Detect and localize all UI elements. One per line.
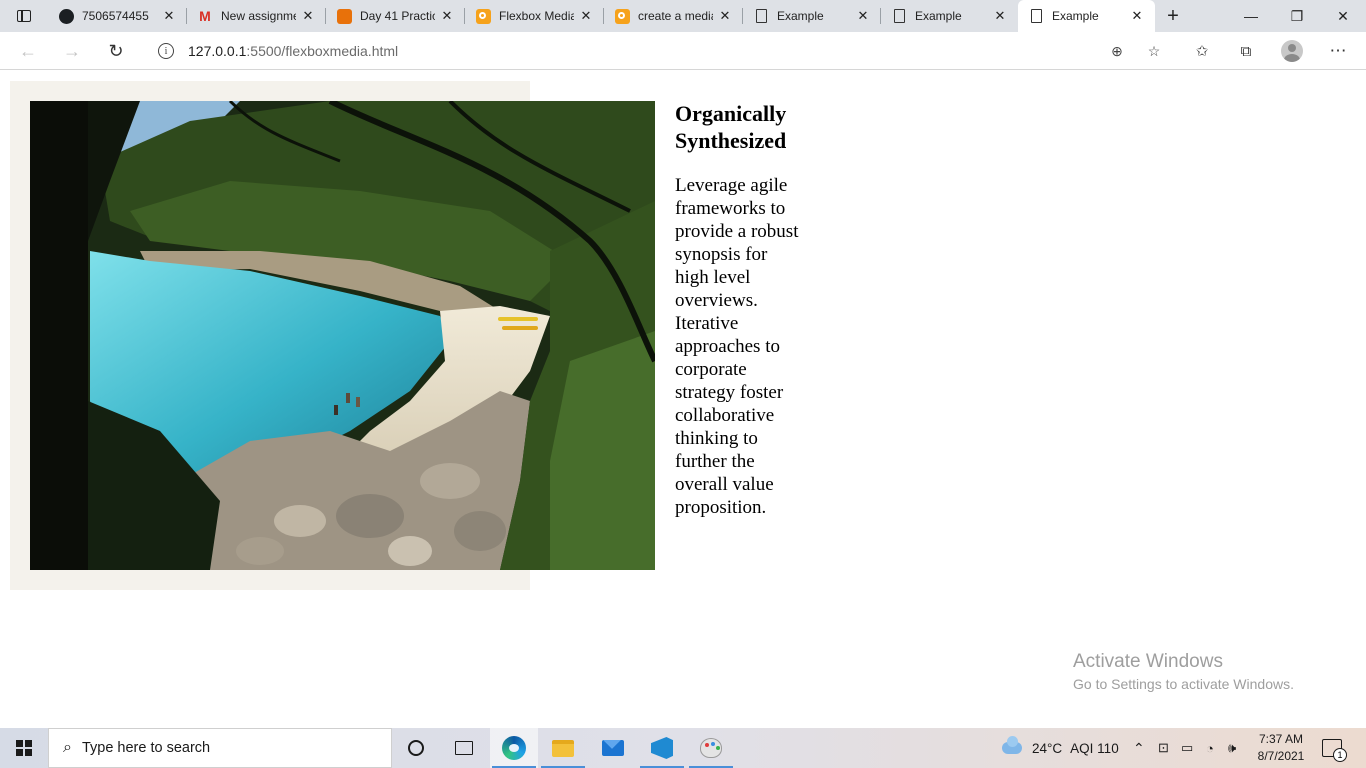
taskbar: ⌕ Type here to search 24°C AQI 110 ⌃ ⊡ ▭… bbox=[0, 728, 1366, 768]
taskbar-search-box[interactable]: ⌕ Type here to search bbox=[48, 728, 392, 768]
close-icon[interactable]: ✕ bbox=[855, 8, 871, 24]
tab-github[interactable]: 7506574455 ✕ bbox=[48, 0, 187, 32]
task-view-icon bbox=[455, 741, 473, 755]
tab-create-media[interactable]: create a media ✕ bbox=[604, 0, 743, 32]
close-icon[interactable]: ✕ bbox=[717, 8, 733, 24]
tab-example-active[interactable]: Example ✕ bbox=[1018, 0, 1155, 32]
minimize-button[interactable]: — bbox=[1228, 0, 1274, 32]
tab-title: New assignment bbox=[221, 9, 296, 23]
close-icon[interactable]: ✕ bbox=[439, 8, 455, 24]
tab-gmail[interactable]: M New assignment ✕ bbox=[187, 0, 326, 32]
back-button[interactable]: ← bbox=[14, 37, 42, 65]
system-clock[interactable]: 7:37 AM 8/7/2021 bbox=[1248, 731, 1314, 765]
activate-windows-watermark: Activate Windows Go to Settings to activ… bbox=[1073, 651, 1294, 692]
tab-actions-icon bbox=[17, 10, 31, 22]
weather-widget[interactable]: 24°C AQI 110 bbox=[1002, 728, 1119, 768]
edge-icon bbox=[502, 736, 526, 760]
tab-flexbox-media[interactable]: Flexbox Media ✕ bbox=[465, 0, 604, 32]
close-icon[interactable]: ✕ bbox=[578, 8, 594, 24]
page-icon bbox=[1028, 8, 1044, 24]
close-icon[interactable]: ✕ bbox=[992, 8, 1008, 24]
search-app-icon bbox=[475, 8, 491, 24]
cloud-icon bbox=[1002, 736, 1022, 754]
file-explorer-taskbar-button[interactable] bbox=[539, 728, 587, 768]
vscode-icon bbox=[651, 737, 673, 759]
github-icon bbox=[58, 8, 74, 24]
media-body: Organically Synthesized Leverage agile f… bbox=[675, 100, 805, 519]
meet-now-icon[interactable]: ⊡ bbox=[1158, 728, 1169, 768]
search-icon: ⌕ bbox=[63, 739, 72, 756]
favorites-icon[interactable]: ✩ bbox=[1192, 41, 1212, 61]
new-tab-button[interactable]: + bbox=[1160, 4, 1186, 28]
page-content: Organically Synthesized Leverage agile f… bbox=[0, 71, 1366, 728]
tab-title: 7506574455 bbox=[82, 9, 149, 23]
tab-title: Flexbox Media bbox=[499, 9, 574, 23]
weather-aqi: AQI 110 bbox=[1070, 740, 1119, 756]
page-icon bbox=[891, 8, 907, 24]
vscode-taskbar-button[interactable] bbox=[638, 728, 686, 768]
task-view-button[interactable] bbox=[440, 728, 488, 768]
media-text: Leverage agile frameworks to provide a r… bbox=[675, 175, 799, 518]
wifi-icon[interactable]: ◔ bbox=[1206, 728, 1214, 768]
weather-temp: 24°C bbox=[1032, 740, 1063, 756]
tab-day41[interactable]: Day 41 Practice ✕ bbox=[326, 0, 465, 32]
search-app-icon bbox=[614, 8, 630, 24]
notification-badge: 1 bbox=[1333, 748, 1347, 762]
close-window-button[interactable]: ✕ bbox=[1320, 0, 1366, 32]
collections-icon[interactable]: ⧉ bbox=[1236, 41, 1256, 61]
windows-logo-icon bbox=[16, 740, 32, 756]
info-icon[interactable]: i bbox=[158, 43, 174, 59]
url-text[interactable]: 127.0.0.1:5500/flexboxmedia.html bbox=[188, 43, 398, 59]
watermark-title: Activate Windows bbox=[1073, 651, 1223, 672]
page-icon bbox=[753, 8, 769, 24]
folder-icon bbox=[552, 739, 574, 757]
tab-title: Example bbox=[1052, 9, 1099, 23]
clock-date: 8/7/2021 bbox=[1257, 749, 1305, 763]
search-placeholder: Type here to search bbox=[81, 740, 211, 756]
clock-time: 7:37 AM bbox=[1258, 732, 1304, 746]
paint-taskbar-button[interactable] bbox=[687, 728, 735, 768]
add-favorite-icon[interactable]: ☆ bbox=[1146, 43, 1162, 59]
mail-icon bbox=[602, 740, 624, 756]
tab-strip: 7506574455 ✕ M New assignment ✕ Day 41 P… bbox=[0, 0, 1366, 32]
browser-toolbar: ← → ↻ i 127.0.0.1:5500/flexboxmedia.html… bbox=[0, 32, 1366, 70]
gmail-icon: M bbox=[199, 8, 211, 24]
url-path: :5500/flexboxmedia.html bbox=[246, 43, 399, 59]
edge-taskbar-button[interactable] bbox=[490, 728, 538, 768]
tab-title: create a media bbox=[638, 9, 713, 23]
cortana-icon bbox=[408, 740, 424, 756]
show-hidden-icons-button[interactable]: ⌃ bbox=[1133, 728, 1145, 768]
volume-icon[interactable]: 🕪 bbox=[1228, 728, 1236, 768]
forward-button[interactable]: → bbox=[58, 37, 86, 65]
watermark-subtitle: Go to Settings to activate Windows. bbox=[1073, 676, 1294, 692]
tab-title: Example bbox=[915, 9, 962, 23]
mail-taskbar-button[interactable] bbox=[589, 728, 637, 768]
url-host: 127.0.0.1 bbox=[188, 43, 247, 59]
tab-title: Day 41 Practice bbox=[360, 9, 435, 23]
more-options-icon[interactable]: ⋯ bbox=[1328, 41, 1348, 61]
close-icon[interactable]: ✕ bbox=[1129, 8, 1145, 24]
restore-button[interactable]: ❐ bbox=[1274, 0, 1320, 32]
close-icon[interactable]: ✕ bbox=[300, 8, 316, 24]
tab-example-1[interactable]: Example ✕ bbox=[743, 0, 881, 32]
cortana-button[interactable] bbox=[392, 728, 440, 768]
orange-box-icon bbox=[336, 8, 352, 24]
close-icon[interactable]: ✕ bbox=[161, 8, 177, 24]
media-heading: Organically Synthesized bbox=[675, 101, 787, 153]
beach-photo bbox=[30, 101, 655, 570]
tab-title: Example bbox=[777, 9, 824, 23]
profile-avatar[interactable] bbox=[1281, 40, 1303, 62]
start-button[interactable] bbox=[0, 728, 48, 768]
battery-icon[interactable]: ▭ bbox=[1181, 728, 1193, 768]
address-bar[interactable]: i 127.0.0.1:5500/flexboxmedia.html ⊕ ☆ bbox=[144, 36, 1174, 66]
paint-icon bbox=[700, 738, 722, 758]
zoom-icon[interactable]: ⊕ bbox=[1109, 43, 1125, 59]
tab-example-2[interactable]: Example ✕ bbox=[881, 0, 1018, 32]
refresh-button[interactable]: ↻ bbox=[102, 37, 130, 65]
tab-actions-button[interactable] bbox=[8, 4, 40, 28]
